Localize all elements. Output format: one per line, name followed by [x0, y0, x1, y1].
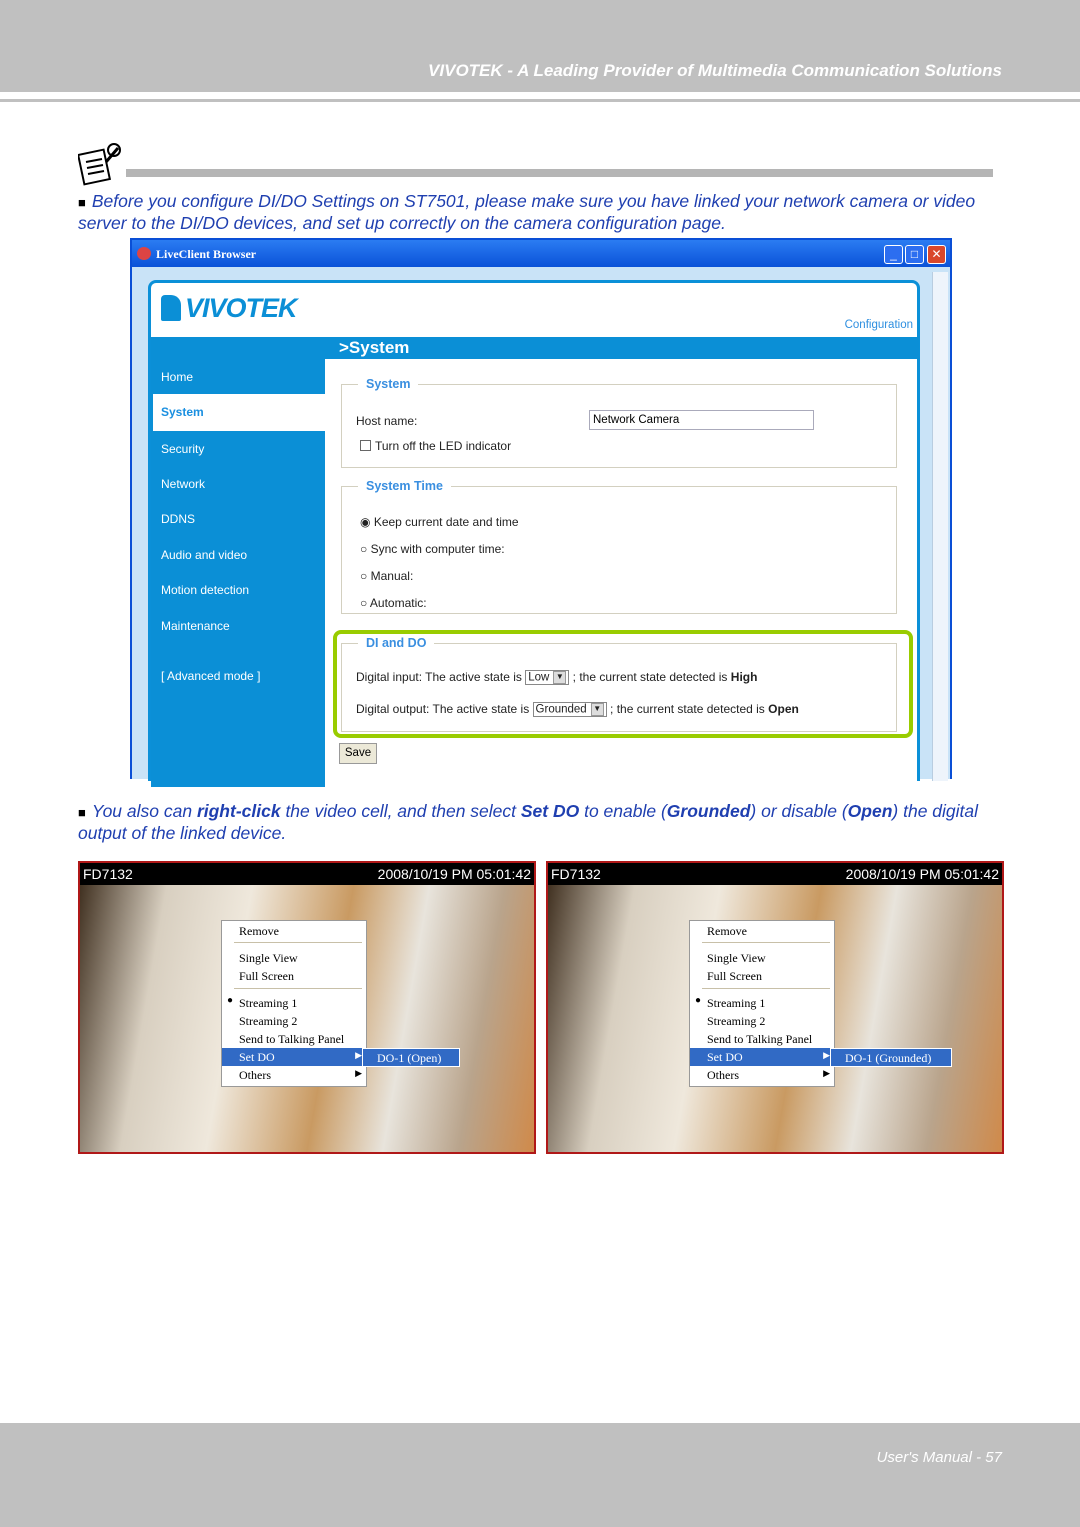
digital-output-row: Digital output: The active state is Grou…	[356, 702, 799, 718]
context-menu: Remove Single View Full Screen ● Streami…	[221, 920, 367, 1087]
menu-talking-panel[interactable]: Send to Talking Panel	[222, 1030, 366, 1048]
vivotek-logo: VIVOTEK	[159, 293, 298, 324]
menu-full-screen[interactable]: Full Screen	[690, 967, 834, 985]
header-divider	[0, 99, 1080, 102]
note-divider-bar	[126, 169, 993, 177]
menu-remove[interactable]: Remove	[690, 922, 834, 940]
system-fieldset: System Host name: Turn off the LED indic…	[341, 377, 897, 468]
menu-set-do[interactable]: Set DO ▶	[222, 1048, 366, 1066]
page-header: VIVOTEK - A Leading Provider of Multimed…	[0, 0, 1080, 92]
menu-others[interactable]: Others ▶	[222, 1066, 366, 1084]
menu-remove[interactable]: Remove	[222, 922, 366, 940]
nav-maintenance[interactable]: Maintenance	[161, 619, 230, 633]
context-menu: Remove Single View Full Screen ● Streami…	[689, 920, 835, 1087]
note-2: ■ You also can right-click the video cell…	[78, 801, 979, 843]
camera-overlay-bar: FD7132 2008/10/19 PM 05:01:42	[80, 863, 534, 885]
note-1-text: Before you configure DI/DO Settings on S…	[78, 191, 976, 233]
nav-security[interactable]: Security	[161, 442, 204, 456]
scrollbar[interactable]	[932, 272, 948, 781]
dido-legend: DI and DO	[366, 636, 427, 650]
radio-keep-current[interactable]: ◉ Keep current date and time	[360, 515, 519, 529]
nav-ddns[interactable]: DDNS	[161, 512, 195, 526]
save-button[interactable]: Save	[339, 743, 377, 764]
host-name-input[interactable]	[589, 410, 814, 430]
di-active-state-select[interactable]: Low ▼	[525, 670, 570, 686]
liveclient-browser-window: LiveClient Browser _ □ ✕ VIVOTEK Configu…	[130, 238, 952, 787]
nav-motion-detection[interactable]: Motion detection	[161, 583, 249, 597]
system-legend: System	[366, 377, 411, 391]
window-title: LiveClient Browser	[156, 247, 257, 261]
menu-others[interactable]: Others ▶	[690, 1066, 834, 1084]
minimize-button[interactable]: _	[884, 245, 903, 264]
menu-single-view[interactable]: Single View	[222, 949, 366, 967]
led-label: Turn off the LED indicator	[375, 439, 512, 453]
note-1: ■ Before you configure DI/DO Settings on …	[78, 191, 976, 233]
configuration-link[interactable]: Configuration	[845, 319, 913, 331]
camera-cell-grounded[interactable]: FD7132 2008/10/19 PM 05:01:42 Remove Sing…	[546, 861, 1004, 1154]
digital-input-row: Digital input: The active state is Low ▼ …	[356, 670, 758, 686]
window-titlebar: LiveClient Browser	[132, 240, 950, 267]
nav-home[interactable]: Home	[161, 370, 193, 384]
led-checkbox[interactable]	[360, 440, 371, 451]
nav-audio-video[interactable]: Audio and video	[161, 548, 247, 562]
radio-sync-computer[interactable]: ○ Sync with computer time:	[360, 542, 505, 556]
menu-streaming-1[interactable]: Streaming 1	[222, 994, 366, 1012]
radio-manual[interactable]: ○ Manual:	[360, 569, 413, 583]
menu-streaming-1[interactable]: Streaming 1	[690, 994, 834, 1012]
submenu-do-1[interactable]: DO-1 (Open)	[362, 1048, 460, 1067]
camera-cell-open[interactable]: FD7132 2008/10/19 PM 05:01:42 Remove Sing…	[78, 861, 536, 1154]
note-icon	[76, 140, 124, 186]
page-number: User's Manual - 57	[876, 1449, 1002, 1466]
radio-automatic[interactable]: ○ Automatic:	[360, 596, 427, 610]
menu-single-view[interactable]: Single View	[690, 949, 834, 967]
header-title: VIVOTEK - A Leading Provider of Multimed…	[428, 61, 1002, 80]
menu-streaming-2[interactable]: Streaming 2	[222, 1012, 366, 1030]
sidebar-nav: Home System Security Network DDNS Audio …	[151, 337, 325, 787]
do-active-state-select[interactable]: Grounded ▼	[532, 702, 607, 718]
di-state: High	[730, 670, 758, 684]
menu-full-screen[interactable]: Full Screen	[222, 967, 366, 985]
app-icon	[137, 247, 151, 260]
host-name-label: Host name:	[356, 414, 418, 428]
close-button[interactable]: ✕	[927, 245, 946, 264]
menu-streaming-2[interactable]: Streaming 2	[690, 1012, 834, 1030]
menu-set-do[interactable]: Set DO ▶	[690, 1048, 834, 1066]
system-time-legend: System Time	[366, 479, 443, 493]
page-footer: User's Manual - 57	[0, 1423, 1080, 1527]
system-time-fieldset: System Time ◉ Keep current date and time…	[341, 479, 897, 614]
maximize-button[interactable]: □	[905, 245, 924, 264]
dido-fieldset: DI and DO Digital input: The active stat…	[341, 636, 897, 732]
submenu-do-1[interactable]: DO-1 (Grounded)	[830, 1048, 952, 1067]
nav-network[interactable]: Network	[161, 477, 205, 491]
camera-overlay-bar: FD7132 2008/10/19 PM 05:01:42	[548, 863, 1002, 885]
camera-config-page: VIVOTEK Configuration >System Home Syste…	[148, 280, 920, 787]
nav-system[interactable]: System	[161, 405, 204, 419]
do-state: Open	[768, 702, 799, 716]
page-title: >System	[325, 337, 919, 359]
nav-advanced-mode[interactable]: [ Advanced mode ]	[161, 669, 260, 683]
menu-talking-panel[interactable]: Send to Talking Panel	[690, 1030, 834, 1048]
